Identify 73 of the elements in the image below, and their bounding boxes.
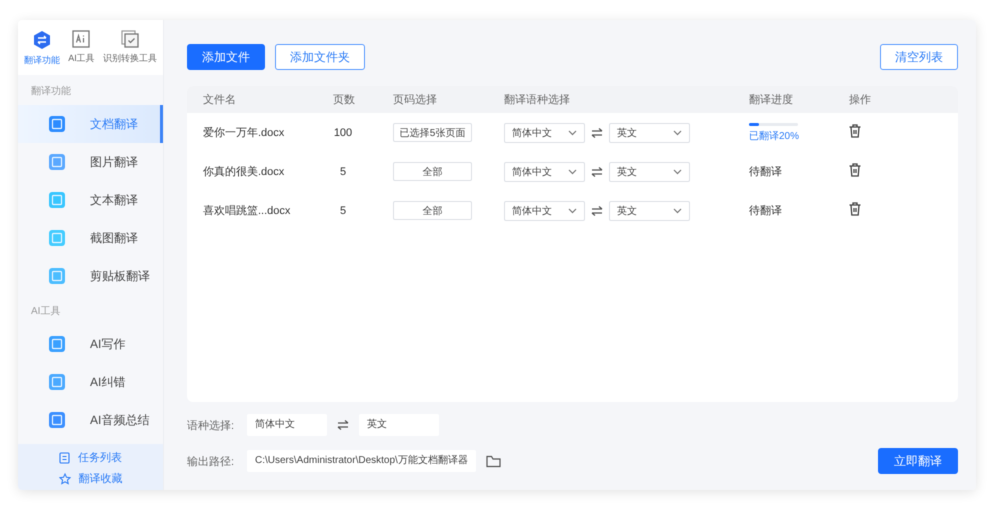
add-file-button[interactable]: 添加文件 [187, 44, 265, 70]
status-text: 待翻译 [749, 205, 782, 217]
chevron-icon [673, 208, 682, 214]
translate-button[interactable]: 立即翻译 [878, 448, 958, 474]
chevron-icon [568, 208, 577, 214]
chevron-icon [673, 168, 682, 174]
add-folder-button[interactable]: 添加文件夹 [275, 44, 365, 70]
column-header: 文件名 [203, 92, 237, 107]
sidebar-item[interactable]: AI音频总结 [18, 401, 163, 439]
target-language-dropdown[interactable]: 英文 [609, 122, 690, 142]
chevron-icon [568, 168, 577, 174]
checkbox-stack-icon [120, 30, 139, 48]
section-title: 翻译功能 [30, 84, 72, 99]
page-count: 100 [333, 126, 354, 138]
column-header: 翻译语种选择 [504, 93, 571, 107]
progress-text: 已翻译20% [749, 130, 800, 142]
sidebar-item[interactable]: 剪贴板翻译 [18, 257, 163, 295]
sidebar-item[interactable]: AI纠错 [18, 363, 163, 401]
trash-icon[interactable] [849, 163, 861, 177]
tile-icon [48, 229, 66, 247]
page-selection-field[interactable]: 全部 [393, 201, 472, 220]
folder-icon[interactable] [486, 454, 501, 468]
column-header: 页数 [333, 93, 356, 107]
file-name: 你真的很美.docx [203, 164, 286, 179]
page-count: 5 [338, 204, 348, 216]
list-icon [59, 452, 70, 464]
trash-icon[interactable] [849, 202, 861, 216]
output-path-label: 输出路径: [187, 454, 236, 468]
tile-icon [48, 411, 66, 429]
column-header: 操作 [849, 93, 872, 107]
swap-icon[interactable] [591, 128, 603, 138]
sidebar-item[interactable]: 截图翻译 [18, 219, 163, 257]
footer-link[interactable]: 翻译收藏 [58, 471, 122, 486]
target-language-dropdown[interactable]: 英文 [609, 200, 690, 220]
target-language-field[interactable]: 英文 [359, 414, 439, 436]
ai-icon [72, 30, 90, 48]
page-count: 5 [338, 166, 348, 178]
target-language-dropdown[interactable]: 英文 [609, 162, 690, 182]
section-title: AI工具 [30, 305, 62, 319]
sidebar-item[interactable]: AI写作 [18, 325, 163, 363]
tile-icon [48, 153, 66, 171]
source-language-dropdown[interactable]: 简体中文 [504, 122, 585, 142]
chevron-icon [673, 130, 682, 136]
page-selection-field[interactable]: 全部 [393, 162, 472, 181]
column-header: 页码选择 [393, 93, 438, 107]
tile-icon [48, 115, 66, 133]
nav-tab[interactable]: 翻译功能 [24, 30, 60, 67]
swap-icon[interactable] [337, 420, 349, 430]
file-name: 爱你一万年.docx [203, 126, 286, 140]
chevron-icon [568, 130, 577, 136]
tile-icon [48, 373, 66, 391]
tile-icon [48, 267, 66, 285]
swap-icon[interactable] [591, 206, 603, 216]
nav-tab[interactable]: 识别转换工具 [102, 30, 157, 67]
source-language-field[interactable]: 简体中文 [247, 414, 327, 436]
sidebar-item[interactable]: 文本翻译 [18, 181, 163, 219]
output-path-field[interactable]: C:\Users\Administrator\Desktop\万能文档翻译器 [247, 450, 476, 472]
tile-icon [48, 191, 66, 209]
star-icon [58, 472, 70, 484]
status-text: 待翻译 [749, 166, 782, 178]
clear-list-button[interactable]: 清空列表 [880, 44, 958, 70]
sidebar-item[interactable]: 图片翻译 [18, 143, 163, 181]
tile-icon [48, 335, 66, 353]
language-label: 语种选择: [187, 418, 236, 432]
page-selection-field[interactable]: 已选择5张页面 [393, 123, 472, 142]
source-language-dropdown[interactable]: 简体中文 [504, 200, 585, 220]
swap-badge-icon [32, 30, 52, 50]
swap-icon[interactable] [591, 166, 603, 176]
source-language-dropdown[interactable]: 简体中文 [504, 162, 585, 182]
file-name: 喜欢唱跳篮...docx [203, 204, 292, 218]
trash-icon[interactable] [849, 124, 861, 138]
column-header: 翻译进度 [749, 92, 794, 107]
nav-tab[interactable]: AI工具 [68, 30, 95, 67]
